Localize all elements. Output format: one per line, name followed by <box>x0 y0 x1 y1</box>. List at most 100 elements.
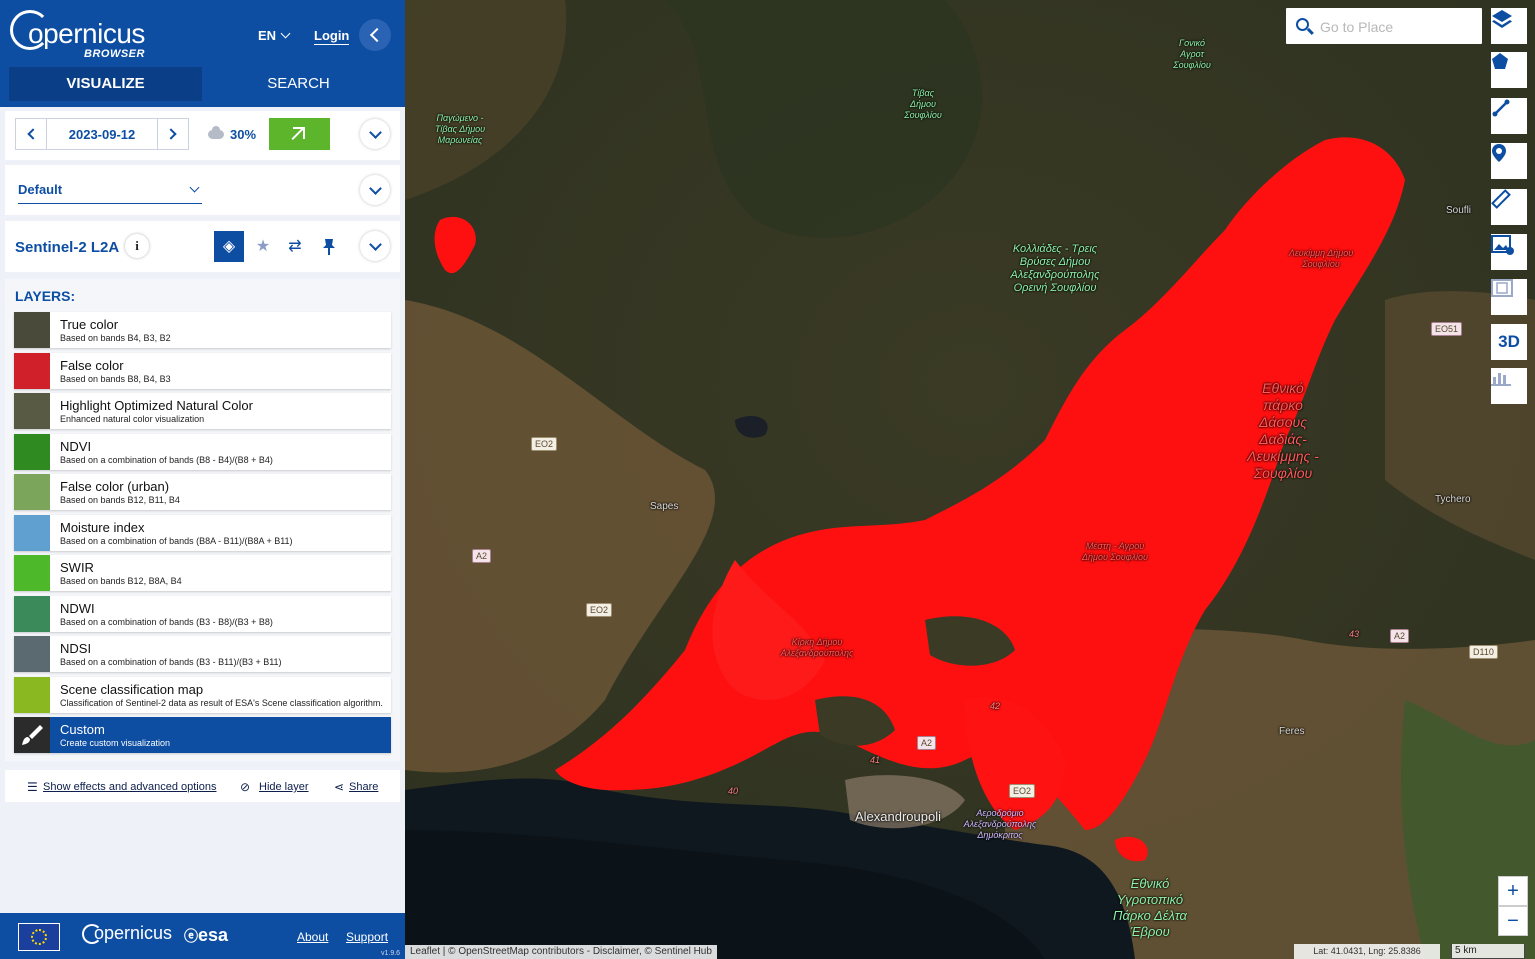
theme-select-value: Default <box>18 182 63 197</box>
layers-icon: ◈ <box>222 238 236 255</box>
show-effects-link[interactable]: Show effects and advanced options <box>43 781 216 793</box>
zoom-out-button[interactable]: − <box>1498 906 1528 936</box>
layer-description: Classification of Sentinel-2 data as res… <box>60 697 383 708</box>
sidebar: opernicus BROWSER EN Login VISUALIZE SEA… <box>0 0 405 959</box>
previous-date-button[interactable] <box>15 118 47 150</box>
layer-item[interactable]: NDWI Based on a combination of bands (B3 … <box>14 595 391 632</box>
esa-logo[interactable]: ⓔesa <box>184 925 228 946</box>
cursor-coordinates: Lat: 41.0431, Lng: 25.8386 <box>1294 944 1440 959</box>
layer-item[interactable]: Custom Create custom visualization <box>14 717 391 753</box>
measure-button[interactable] <box>1491 189 1527 225</box>
layer-item[interactable]: NDSI Based on a combination of bands (B3 … <box>14 636 391 672</box>
favorite-button[interactable]: ★ <box>248 231 278 262</box>
layer-item[interactable]: False color Based on bands B8, B4, B3 <box>14 352 391 389</box>
hide-layer-link[interactable]: Hide layer <box>259 781 309 793</box>
layer-item[interactable]: NDVI Based on a combination of bands (B8 … <box>14 433 391 470</box>
layer-name: NDSI <box>60 641 92 656</box>
draw-line-button[interactable] <box>1491 98 1527 134</box>
layer-thumbnail <box>14 595 50 632</box>
place-label-alexandroupoli: Alexandroupoli <box>855 809 942 824</box>
layer-item[interactable]: Highlight Optimized Natural Color Enhance… <box>14 393 391 429</box>
marker-icon <box>1492 144 1506 162</box>
sidebar-header: opernicus BROWSER EN Login VISUALIZE SEA… <box>0 0 405 107</box>
road-shield: EO2 <box>531 437 558 451</box>
layer-description: Based on a combination of bands (B8A - B… <box>60 535 293 546</box>
layer-item[interactable]: Scene classification map Classification o… <box>14 676 391 713</box>
layer-description: Based on bands B8, B4, B3 <box>60 373 171 384</box>
line-icon <box>1492 99 1510 117</box>
layer-name: NDWI <box>60 600 95 616</box>
layer-item[interactable]: True color Based on bands B4, B3, B2 <box>14 312 391 348</box>
dataset-info-button[interactable]: i <box>125 234 149 258</box>
go-to-tile-button[interactable] <box>269 118 330 150</box>
sliders-icon: ☰ <box>27 780 38 794</box>
pin-button[interactable] <box>314 231 344 262</box>
share-link[interactable]: Share <box>349 781 378 793</box>
place-label-feres: Feres <box>1279 726 1305 737</box>
layer-description: Enhanced natural color visualization <box>60 414 205 424</box>
theme-select[interactable]: Default <box>18 182 202 204</box>
collapse-sidebar-button[interactable] <box>359 19 391 51</box>
layer-item[interactable]: Moisture index Based on a combination of … <box>14 514 391 551</box>
timelapse-button[interactable] <box>1491 279 1527 315</box>
chevron-down-icon <box>189 182 200 193</box>
map-attribution[interactable]: Leaflet | © OpenStreetMap contributors -… <box>405 945 717 959</box>
compare-button[interactable]: ⇄ <box>280 231 310 262</box>
layer-name: Custom <box>60 722 105 737</box>
layer-item[interactable]: SWIR Based on bands B12, B8A, B4 <box>14 555 391 591</box>
cloud-coverage-value: 30% <box>230 127 257 142</box>
place-label-lefkimmi: Λευκίμμη Δήμου Σουφλίου <box>1288 248 1354 269</box>
statistics-button[interactable] <box>1491 368 1527 404</box>
layer-description: Based on a combination of bands (B3 - B1… <box>60 657 282 667</box>
eu-flag-logo[interactable] <box>18 923 60 951</box>
place-label-national-park: Εθνικό πάρκο Δάσους Δαδιάς-Λευκίμμης - Σ… <box>1247 380 1319 481</box>
layer-name: False color (urban) <box>60 479 170 494</box>
theme-panel-expand-button[interactable] <box>360 175 390 205</box>
tab-visualize[interactable]: VISUALIZE <box>9 67 202 101</box>
layer-name: NDVI <box>60 438 92 454</box>
layer-description: Based on bands B12, B8A, B4 <box>60 576 182 586</box>
scale-bar: 5 km <box>1451 944 1525 959</box>
search-input[interactable] <box>1320 17 1470 37</box>
road-shield: A2 <box>917 736 937 750</box>
support-link[interactable]: Support <box>346 930 388 944</box>
layers-tab-button[interactable]: ◈ <box>214 231 244 262</box>
layer-name: Moisture index <box>60 519 145 535</box>
layers-toggle-button[interactable] <box>1491 8 1527 44</box>
share-icon: ⋖ <box>334 780 345 794</box>
layer-thumbnail <box>14 514 50 551</box>
eye-slash-icon: ⊘ <box>240 780 251 794</box>
layer-item[interactable]: False color (urban) Based on bands B12, B… <box>14 474 391 510</box>
about-link[interactable]: About <box>297 930 328 944</box>
layer-thumbnail <box>14 393 50 429</box>
search-icon[interactable] <box>1296 18 1309 31</box>
tab-search[interactable]: SEARCH <box>202 67 395 101</box>
image-download-button[interactable] <box>1491 234 1527 270</box>
road-number: 41 <box>870 755 881 765</box>
sidebar-footer: opernicus ⓔesa About Support v1.9.6 <box>0 913 405 959</box>
layer-description: Based on bands B4, B3, B2 <box>60 333 171 343</box>
map-view[interactable]: Alexandroupoli Sapes Soufli Tychero Fere… <box>405 0 1535 959</box>
login-link[interactable]: Login <box>314 28 350 45</box>
image-download-icon <box>1491 235 1514 255</box>
layer-thumbnail <box>14 352 50 389</box>
arrow-up-right-icon <box>293 127 305 139</box>
3d-view-button[interactable]: 3D <box>1491 324 1527 360</box>
zoom-in-button[interactable]: + <box>1498 876 1528 906</box>
draw-polygon-button[interactable] <box>1491 52 1527 88</box>
road-number: 43 <box>1349 629 1360 639</box>
language-selector[interactable]: EN <box>258 28 291 43</box>
layer-thumbnail <box>14 676 50 713</box>
layers-panel: LAYERS: True color Based on bands B4, B3,… <box>5 279 400 761</box>
add-marker-button[interactable] <box>1491 143 1527 179</box>
date-picker[interactable]: 2023-09-12 <box>47 118 157 150</box>
chevron-down-icon <box>280 28 291 39</box>
next-date-button[interactable] <box>157 118 189 150</box>
polygon-icon <box>1492 53 1508 69</box>
dataset-panel-expand-button[interactable] <box>360 231 390 261</box>
copernicus-footer-text: opernicus <box>94 923 173 943</box>
date-panel-expand-button[interactable] <box>360 119 390 149</box>
cloud-coverage[interactable]: 30% <box>208 126 268 143</box>
copernicus-footer-logo[interactable]: opernicus <box>82 923 173 945</box>
copernicus-logo[interactable]: opernicus BROWSER <box>10 8 150 60</box>
